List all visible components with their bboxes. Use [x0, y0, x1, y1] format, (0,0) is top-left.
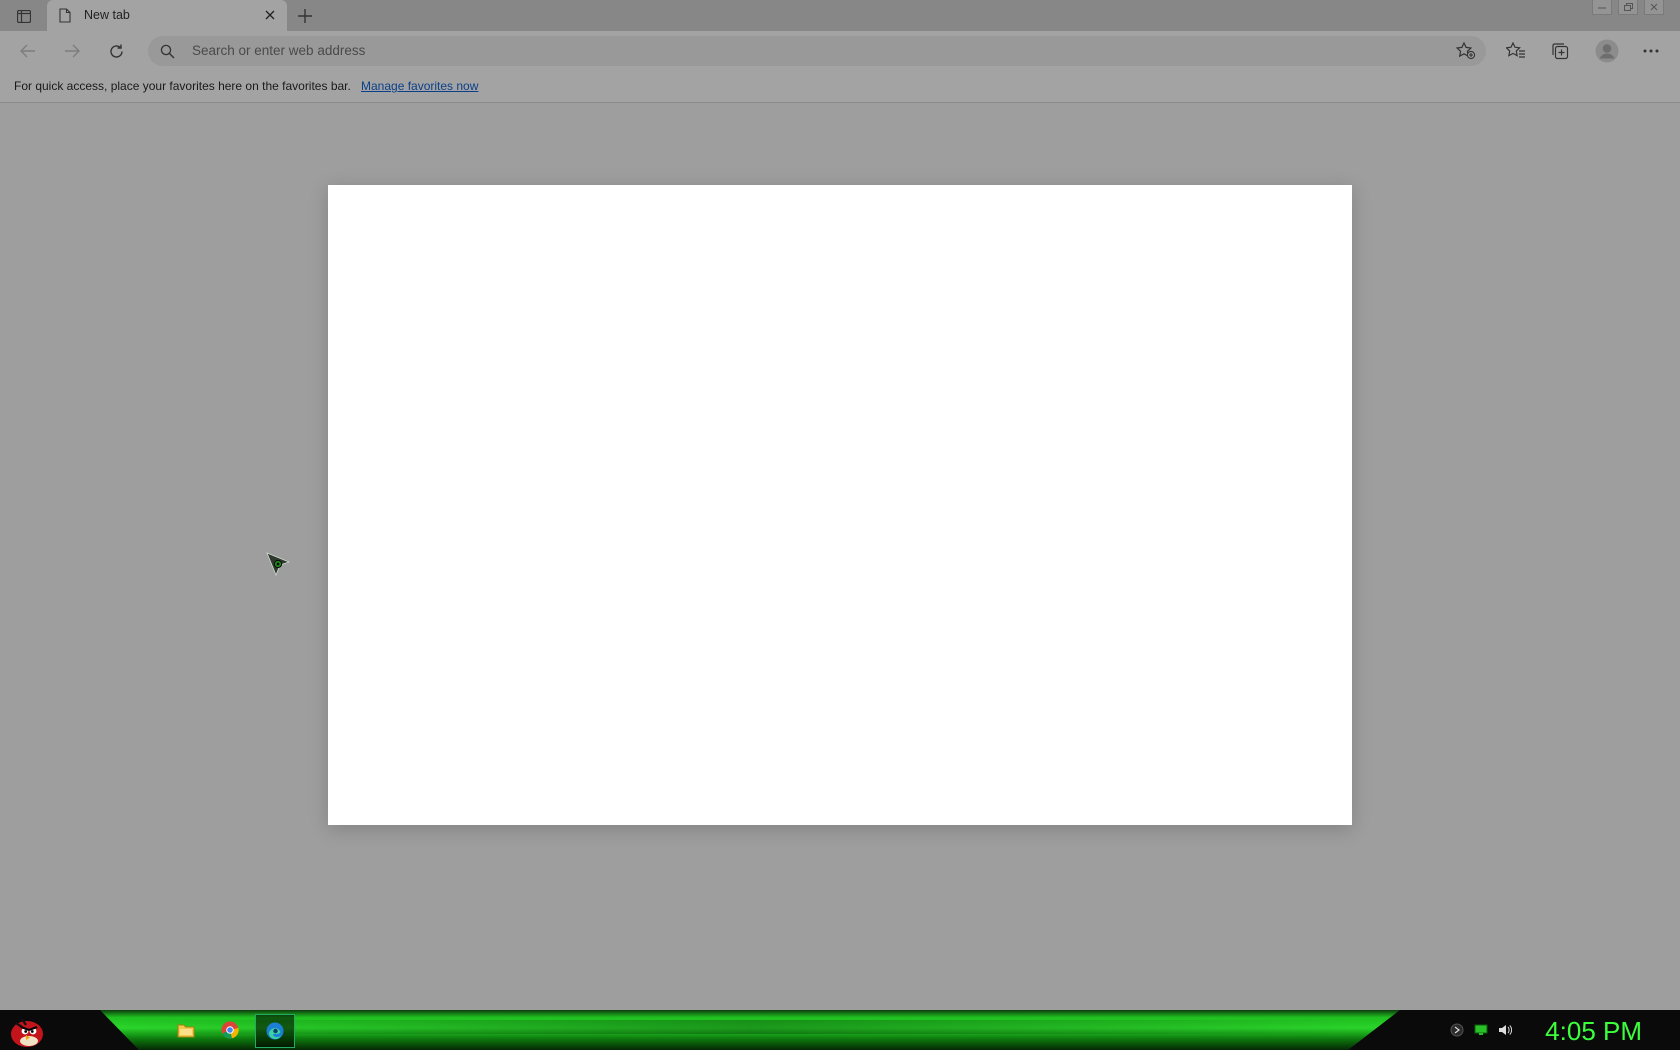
- close-icon[interactable]: [263, 8, 277, 22]
- tab-actions-button[interactable]: [10, 6, 38, 26]
- refresh-button[interactable]: [106, 41, 126, 61]
- window-close-button[interactable]: [1644, 0, 1664, 15]
- start-button-icon[interactable]: [6, 1013, 46, 1049]
- favorites-bar: For quick access, place your favorites h…: [0, 71, 1680, 103]
- edge-icon: [266, 1022, 284, 1040]
- new-tab-button[interactable]: [296, 7, 314, 25]
- address-input[interactable]: Search or enter web address: [192, 43, 365, 58]
- close-icon: [1650, 3, 1658, 11]
- tab-new-tab[interactable]: New tab: [47, 0, 287, 31]
- address-bar[interactable]: Search or enter web address: [148, 36, 1486, 66]
- mouse-cursor-icon: [266, 552, 291, 577]
- profile-button[interactable]: [1594, 38, 1620, 64]
- taskbar-clock[interactable]: 4:05 PM: [1545, 1016, 1642, 1047]
- favorites-icon: [1506, 42, 1525, 58]
- taskbar-edge[interactable]: [255, 1014, 295, 1048]
- favorites-button[interactable]: [1506, 41, 1526, 61]
- blank-dialog: [328, 185, 1352, 825]
- taskbar: 4:05 PM: [0, 1010, 1680, 1050]
- search-icon: [160, 44, 175, 59]
- back-arrow-icon: [20, 44, 35, 58]
- forward-button[interactable]: [62, 41, 82, 61]
- more-icon: [1643, 49, 1659, 53]
- star-plus-icon[interactable]: [1456, 42, 1476, 60]
- profile-icon: [1595, 39, 1619, 63]
- folder-icon: [177, 1024, 195, 1038]
- tab-title: New tab: [84, 8, 130, 22]
- page-content: [0, 103, 1680, 1010]
- tab-strip: New tab: [0, 0, 1680, 31]
- forward-arrow-icon: [65, 44, 80, 58]
- page-icon: [59, 8, 71, 23]
- back-button[interactable]: [18, 41, 38, 61]
- manage-favorites-link[interactable]: Manage favorites now: [361, 79, 478, 93]
- window-controls: [1592, 0, 1664, 15]
- taskbar-file-explorer[interactable]: [167, 1014, 205, 1046]
- collections-icon: [1552, 43, 1569, 60]
- minimize-icon: [1598, 7, 1606, 9]
- tab-actions-icon: [17, 9, 31, 23]
- minimize-button[interactable]: [1592, 0, 1612, 15]
- favorites-bar-message: For quick access, place your favorites h…: [14, 79, 351, 93]
- navigation-toolbar: Search or enter web address: [0, 31, 1680, 71]
- refresh-icon: [109, 44, 123, 58]
- restore-button[interactable]: [1618, 0, 1638, 15]
- network-icon[interactable]: [1474, 1023, 1488, 1037]
- volume-icon[interactable]: [1498, 1023, 1512, 1037]
- system-tray: 4:05 PM: [1440, 1010, 1680, 1050]
- chrome-icon: [221, 1021, 239, 1039]
- show-hidden-icons-icon[interactable]: [1450, 1023, 1464, 1037]
- taskbar-green-band: [100, 1010, 1400, 1050]
- restore-icon: [1623, 3, 1633, 11]
- collections-button[interactable]: [1550, 41, 1570, 61]
- more-button[interactable]: [1641, 41, 1661, 61]
- taskbar-chrome[interactable]: [211, 1014, 249, 1046]
